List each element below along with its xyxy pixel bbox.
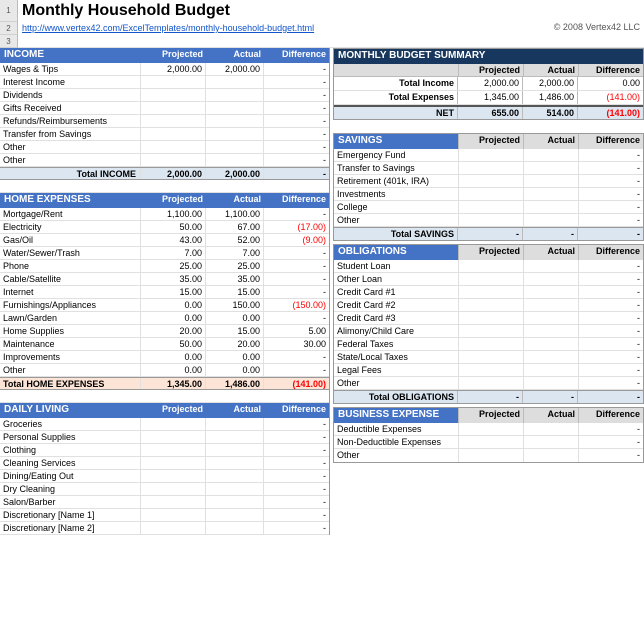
income-actual-hdr: Actual [206, 48, 264, 63]
oblig-row-other: Other - [334, 377, 643, 390]
income-row-interest: Interest Income - [0, 76, 329, 89]
income-row-wages: Wages & Tips 2,000.00 2,000.00 - [0, 63, 329, 76]
income-row-transfer: Transfer from Savings - [0, 128, 329, 141]
template-link[interactable]: http://www.vertex42.com/ExcelTemplates/m… [18, 22, 484, 35]
daily-living-label: DAILY LIVING [0, 403, 141, 418]
savings-row-college: College - [334, 201, 643, 214]
biz-row-deductible: Deductible Expenses - [334, 423, 643, 436]
page-title: Monthly Household Budget [18, 2, 230, 19]
summary-col-headers: Projected Actual Difference [334, 64, 643, 77]
total-home-expenses-row: Total HOME EXPENSES 1,345.00 1,486.00 (1… [0, 377, 329, 390]
home-row-internet: Internet 15.00 15.00 - [0, 286, 329, 299]
home-row-gas: Gas/Oil 43.00 52.00 (9.00) [0, 234, 329, 247]
home-row-mortgage: Mortgage/Rent 1,100.00 1,100.00 - [0, 208, 329, 221]
savings-row-other: Other - [334, 214, 643, 227]
home-row-electricity: Electricity 50.00 67.00 (17.00) [0, 221, 329, 234]
income-projected-hdr: Projected [141, 48, 206, 63]
oblig-row-cc2: Credit Card #2 - [334, 299, 643, 312]
income-row-gifts: Gifts Received - [0, 102, 329, 115]
row-num-2: 2 [0, 22, 18, 35]
savings-row-emergency: Emergency Fund - [334, 149, 643, 162]
home-row-improvements: Improvements 0.00 0.00 - [0, 351, 329, 364]
summary-section: MONTHLY BUDGET SUMMARY Projected Actual … [333, 48, 644, 120]
daily-row-dining: Dining/Eating Out - [0, 470, 329, 483]
home-row-cable: Cable/Satellite 35.00 35.00 - [0, 273, 329, 286]
total-obligations-row: Total OBLIGATIONS - - - [334, 390, 643, 403]
savings-row-investments: Investments - [334, 188, 643, 201]
home-row-maintenance: Maintenance 50.00 20.00 30.00 [0, 338, 329, 351]
savings-row-retirement: Retirement (401k, IRA) - [334, 175, 643, 188]
daily-row-groceries: Groceries - [0, 418, 329, 431]
business-header: BUSINESS EXPENSE [334, 408, 458, 423]
daily-row-disc1: Discretionary [Name 1] - [0, 509, 329, 522]
wages-diff: - [264, 63, 329, 75]
income-label: INCOME [0, 48, 141, 63]
copyright: © 2008 Vertex42 LLC [484, 22, 644, 35]
home-expenses-label: HOME EXPENSES [0, 193, 141, 208]
income-row-other1: Other - [0, 141, 329, 154]
home-row-furnishings: Furnishings/Appliances 0.00 150.00 (150.… [0, 299, 329, 312]
oblig-row-student: Student Loan - [334, 260, 643, 273]
business-header-row: BUSINESS EXPENSE Projected Actual Differ… [334, 408, 643, 423]
row-num-1: 1 [0, 0, 18, 22]
daily-row-clothing: Clothing - [0, 444, 329, 457]
daily-living-header: DAILY LIVING Projected Actual Difference [0, 403, 329, 418]
total-savings-row: Total SAVINGS - - - [334, 227, 643, 240]
income-section-header: INCOME Projected Actual Difference [0, 48, 329, 63]
oblig-row-cc3: Credit Card #3 - [334, 312, 643, 325]
right-spacer [333, 123, 644, 133]
total-income-row: Total INCOME 2,000.00 2,000.00 - [0, 167, 329, 180]
daily-row-personal: Personal Supplies - [0, 431, 329, 444]
oblig-row-other-loan: Other Loan - [334, 273, 643, 286]
daily-row-salon: Salon/Barber - [0, 496, 329, 509]
obligations-section: OBLIGATIONS Projected Actual Difference … [333, 244, 644, 404]
biz-row-other: Other - [334, 449, 643, 462]
income-row-dividends: Dividends - [0, 89, 329, 102]
business-expense-section: BUSINESS EXPENSE Projected Actual Differ… [333, 407, 644, 463]
home-row-water: Water/Sewer/Trash 7.00 7.00 - [0, 247, 329, 260]
oblig-row-legal: Legal Fees - [334, 364, 643, 377]
savings-header: SAVINGS [334, 134, 458, 149]
wages-projected: 2,000.00 [141, 63, 206, 75]
summary-income-row: Total Income 2,000.00 2,000.00 0.00 [334, 77, 643, 91]
income-diff-hdr: Difference [264, 48, 329, 63]
savings-row-transfer: Transfer to Savings - [334, 162, 643, 175]
spacer-30 [0, 390, 329, 403]
savings-section: SAVINGS Projected Actual Difference Emer… [333, 133, 644, 241]
oblig-row-federal: Federal Taxes - [334, 338, 643, 351]
income-row-refunds: Refunds/Reimbursements - [0, 115, 329, 128]
title-cell: Monthly Household Budget [18, 0, 644, 22]
wages-actual: 2,000.00 [206, 63, 264, 75]
summary-header: MONTHLY BUDGET SUMMARY [334, 49, 643, 64]
home-expenses-header: HOME EXPENSES Projected Actual Differenc… [0, 193, 329, 208]
spreadsheet: 1 Monthly Household Budget 2 http://www.… [0, 0, 644, 535]
daily-row-disc2: Discretionary [Name 2] - [0, 522, 329, 535]
obligations-header: OBLIGATIONS [334, 245, 458, 260]
spacer-14 [0, 180, 329, 193]
oblig-row-cc1: Credit Card #1 - [334, 286, 643, 299]
daily-row-dry-cleaning: Dry Cleaning - [0, 483, 329, 496]
wages-label: Wages & Tips [0, 63, 141, 75]
savings-header-row: SAVINGS Projected Actual Difference [334, 134, 643, 149]
row-num-3: 3 [0, 35, 18, 48]
oblig-row-state: State/Local Taxes - [334, 351, 643, 364]
obligations-header-row: OBLIGATIONS Projected Actual Difference [334, 245, 643, 260]
oblig-row-alimony: Alimony/Child Care - [334, 325, 643, 338]
home-row-other: Other 0.00 0.00 - [0, 364, 329, 377]
income-row-other2: Other - [0, 154, 329, 167]
home-row-lawn: Lawn/Garden 0.00 0.00 - [0, 312, 329, 325]
biz-row-non-deductible: Non-Deductible Expenses - [334, 436, 643, 449]
summary-net-row: NET 655.00 514.00 (141.00) [334, 105, 643, 119]
home-row-supplies: Home Supplies 20.00 15.00 5.00 [0, 325, 329, 338]
summary-expenses-row: Total Expenses 1,345.00 1,486.00 (141.00… [334, 91, 643, 105]
home-row-phone: Phone 25.00 25.00 - [0, 260, 329, 273]
daily-row-cleaning: Cleaning Services - [0, 457, 329, 470]
